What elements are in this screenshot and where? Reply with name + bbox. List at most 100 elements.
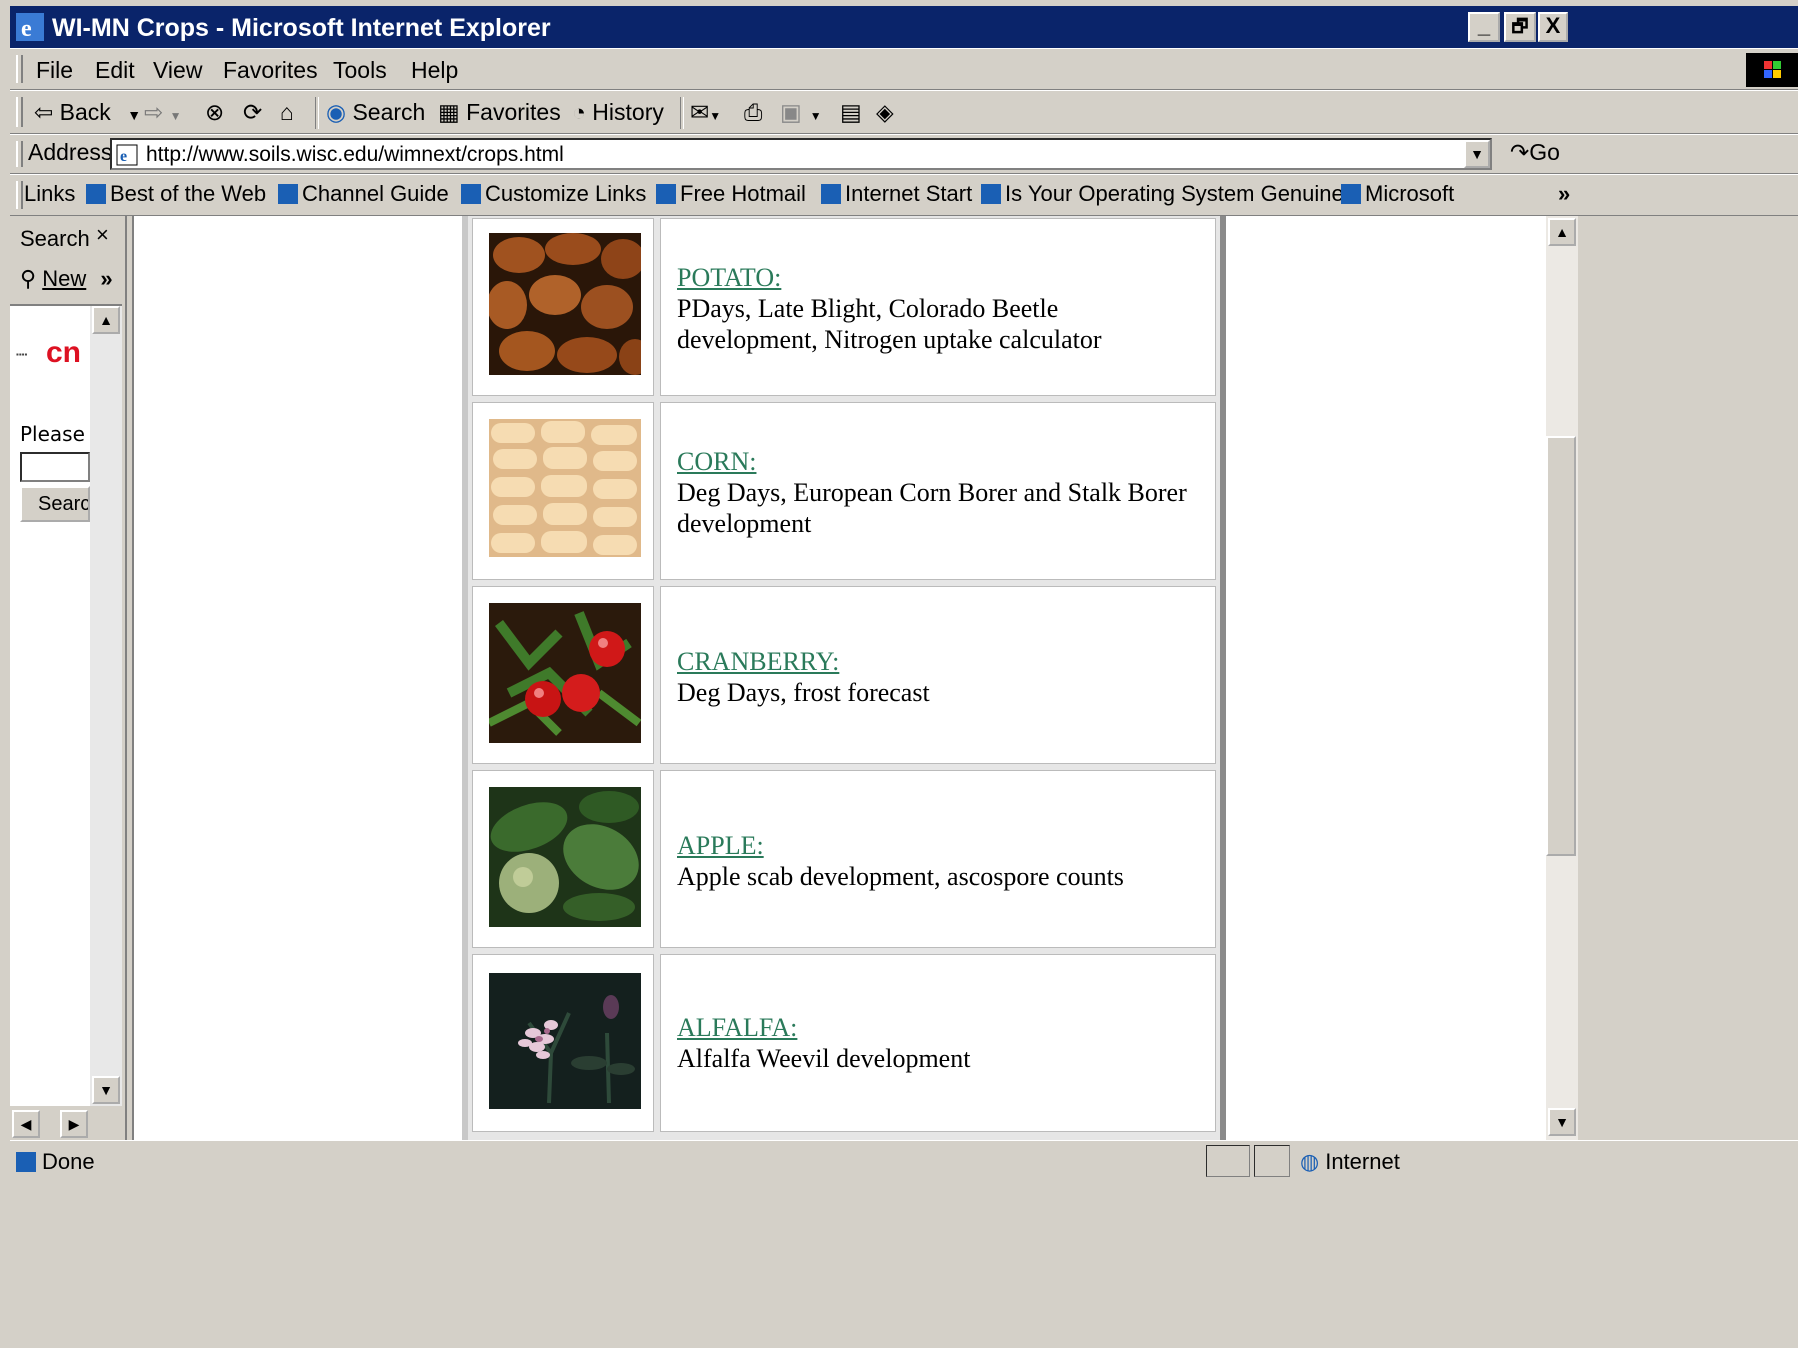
favorites-button[interactable]: ▦ Favorites: [438, 99, 561, 126]
scroll-up-icon[interactable]: ▲: [1548, 218, 1576, 246]
image-cell: [472, 402, 654, 580]
potato-link[interactable]: POTATO:: [677, 263, 781, 293]
discuss-icon[interactable]: ▤: [840, 99, 862, 126]
more-chevron-icon[interactable]: »: [100, 266, 112, 291]
link-channel-guide[interactable]: Channel Guide: [278, 181, 449, 207]
scroll-right-icon[interactable]: ▶: [60, 1110, 88, 1138]
forward-button[interactable]: ⇨ ▼: [144, 99, 182, 126]
potato-photo: [489, 233, 641, 375]
go-label: Go: [1529, 139, 1560, 165]
dropdown-arrow-icon[interactable]: ▼: [170, 109, 182, 123]
link-best-of-the-web[interactable]: Best of the Web: [86, 181, 266, 207]
print-icon[interactable]: ⎙: [744, 99, 762, 126]
scroll-up-icon[interactable]: ▲: [92, 306, 120, 334]
page-vertical-scrollbar[interactable]: ▲ ▼: [1546, 216, 1578, 1142]
text-cell: POTATO: PDays, Late Blight, Colorado Bee…: [660, 218, 1216, 396]
address-url[interactable]: http://www.soils.wisc.edu/wimnext/crops.…: [146, 143, 564, 167]
home-icon[interactable]: ⌂: [280, 99, 294, 126]
search-globe-icon: ◉: [326, 99, 347, 125]
apple-link[interactable]: APPLE:: [677, 831, 764, 861]
standard-toolbar: ⇦ Back ▼ ⇨ ▼ ⊗ ⟳ ⌂ ◉ Search ▦ Favorites …: [10, 90, 1798, 134]
toolbar-grip[interactable]: [16, 181, 23, 209]
globe-icon: ◍: [1300, 1149, 1320, 1174]
go-button[interactable]: ↷Go: [1510, 139, 1560, 166]
refresh-icon[interactable]: ⟳: [243, 99, 262, 126]
sidebar-search-button[interactable]: Search: [20, 486, 90, 522]
toolbar-grip[interactable]: [16, 141, 23, 167]
text-cell: ALFALFA: Alfalfa Weevil development: [660, 954, 1216, 1132]
potato-description: PDays, Late Blight, Colorado Beetle deve…: [677, 294, 1102, 354]
back-label: Back: [59, 99, 111, 125]
mail-icon[interactable]: ✉▼: [690, 99, 721, 126]
toolbar-grip[interactable]: [16, 55, 23, 83]
corn-description: Deg Days, European Corn Borer and Stalk …: [677, 478, 1187, 538]
scroll-down-icon[interactable]: ▼: [92, 1076, 120, 1104]
sidebar-new-button[interactable]: ⚲ New »: [20, 266, 113, 292]
alfalfa-link[interactable]: ALFALFA:: [677, 1013, 797, 1043]
stop-icon[interactable]: ⊗: [205, 99, 224, 126]
apple-photo: [489, 787, 641, 927]
status-text: Done: [16, 1149, 95, 1175]
close-button[interactable]: X: [1538, 12, 1568, 42]
page-icon: [821, 184, 841, 204]
page-icon: [1341, 184, 1361, 204]
table-row: CRANBERRY: Deg Days, frost forecast: [472, 586, 1216, 764]
cnet-logo-text: cn: [46, 336, 82, 369]
browser-window: e WI-MN Crops - Microsoft Internet Explo…: [10, 6, 1798, 1348]
link-free-hotmail[interactable]: Free Hotmail: [656, 181, 806, 207]
cranberry-link[interactable]: CRANBERRY:: [677, 647, 839, 677]
apple-description: Apple scab development, ascospore counts: [677, 862, 1124, 891]
sidebar-search-input[interactable]: [20, 452, 90, 482]
close-icon[interactable]: ×: [96, 222, 109, 248]
scrollbar-thumb[interactable]: [1546, 436, 1576, 856]
toolbar-grip[interactable]: [16, 97, 23, 127]
scroll-left-icon[interactable]: ◀: [12, 1110, 40, 1138]
title-bar: e WI-MN Crops - Microsoft Internet Explo…: [10, 6, 1798, 48]
image-cell: [472, 770, 654, 948]
menu-help[interactable]: Help: [411, 57, 458, 84]
edit-icon[interactable]: ▣ ▼: [780, 99, 822, 126]
dropdown-arrow-icon[interactable]: ▼: [709, 109, 721, 123]
history-button[interactable]: ◔ History: [572, 99, 664, 126]
page-icon: [981, 184, 1001, 204]
corn-link[interactable]: CORN:: [677, 447, 756, 477]
favorites-label: Favorites: [466, 99, 561, 125]
sidebar-pane: ▪▪▪▪ cn Please Search ▲ ▼ ◀ ▶: [10, 304, 122, 1142]
menu-file[interactable]: File: [36, 57, 73, 84]
back-arrow-icon: ⇦: [34, 99, 54, 125]
history-label: History: [592, 99, 664, 125]
scroll-down-icon[interactable]: ▼: [1548, 1108, 1576, 1136]
links-bar: Links Best of the Web Channel Guide Cust…: [10, 174, 1798, 216]
security-zone: ◍ Internet: [1300, 1149, 1400, 1174]
sidebar-horizontal-scrollbar[interactable]: ◀ ▶: [10, 1106, 122, 1142]
menu-tools[interactable]: Tools: [333, 57, 387, 84]
crops-table: POTATO: PDays, Late Blight, Colorado Bee…: [462, 216, 1226, 1142]
restore-button[interactable]: 🗗: [1504, 12, 1536, 42]
links-chevron-icon[interactable]: »: [1558, 181, 1570, 207]
svg-text:e: e: [120, 148, 127, 165]
dropdown-arrow-icon[interactable]: ▼: [127, 107, 141, 123]
menu-edit[interactable]: Edit: [95, 57, 135, 84]
status-bar: Done ◍ Internet: [10, 1140, 1798, 1183]
toolbar-separator: [680, 97, 684, 129]
link-os-genuine[interactable]: Is Your Operating System Genuine: [981, 181, 1344, 207]
search-button[interactable]: ◉ Search: [326, 99, 425, 126]
messenger-icon[interactable]: ◈: [876, 99, 894, 126]
link-microsoft[interactable]: Microsoft: [1341, 181, 1454, 207]
menu-favorites[interactable]: Favorites: [223, 57, 318, 84]
link-customize-links[interactable]: Customize Links: [461, 181, 646, 207]
sidebar-prompt: Please: [20, 422, 85, 446]
link-internet-start[interactable]: Internet Start: [821, 181, 972, 207]
status-pane: [1254, 1145, 1290, 1177]
table-row: ALFALFA: Alfalfa Weevil development: [472, 954, 1216, 1132]
sidebar-vertical-scrollbar[interactable]: ▲ ▼: [90, 306, 122, 1106]
address-input[interactable]: e http://www.soils.wisc.edu/wimnext/crop…: [110, 138, 1492, 170]
minimize-button[interactable]: _: [1468, 12, 1500, 42]
image-cell: [472, 586, 654, 764]
page-icon: [278, 184, 298, 204]
dropdown-arrow-icon[interactable]: ▼: [810, 109, 822, 123]
menu-view[interactable]: View: [153, 57, 202, 84]
address-label: Address: [28, 139, 113, 165]
back-button[interactable]: ⇦ Back ▼: [34, 99, 141, 126]
address-dropdown-icon[interactable]: ▼: [1464, 140, 1490, 168]
